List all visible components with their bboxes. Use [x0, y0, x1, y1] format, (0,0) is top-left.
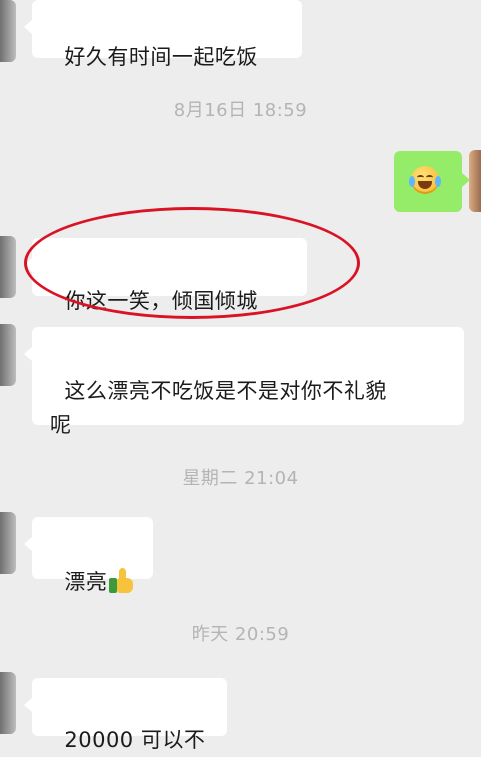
- avatar[interactable]: [0, 236, 16, 298]
- message-text: 20000 可以不: [64, 728, 206, 752]
- message-bubble[interactable]: 漂亮: [24, 517, 153, 594]
- laughing-crying-emoji-icon: [409, 166, 441, 194]
- message-bubble[interactable]: 20000 可以不: [24, 678, 227, 752]
- message-text: 好久有时间一起吃饭: [64, 45, 258, 69]
- thumbs-up-icon: [109, 568, 135, 594]
- self-avatar[interactable]: [469, 150, 481, 212]
- message-text: 这么漂亮不吃饭是不是对你不礼貌 呢: [50, 379, 387, 437]
- message-timestamp: 星期二 21:04: [182, 468, 299, 489]
- message-timestamp: 8月16日 18:59: [173, 100, 308, 121]
- sent-emoji-bubble[interactable]: [394, 151, 470, 212]
- red-circle-annotation: [24, 207, 360, 319]
- avatar[interactable]: [0, 512, 16, 574]
- message-bubble[interactable]: 好久有时间一起吃饭: [24, 0, 302, 69]
- avatar[interactable]: [0, 672, 16, 734]
- message-timestamp: 昨天 20:59: [191, 624, 290, 645]
- message-bubble[interactable]: 这么漂亮不吃饭是不是对你不礼貌 呢: [24, 327, 464, 437]
- avatar[interactable]: [0, 0, 16, 62]
- avatar[interactable]: [0, 324, 16, 386]
- message-text: 漂亮: [64, 570, 108, 594]
